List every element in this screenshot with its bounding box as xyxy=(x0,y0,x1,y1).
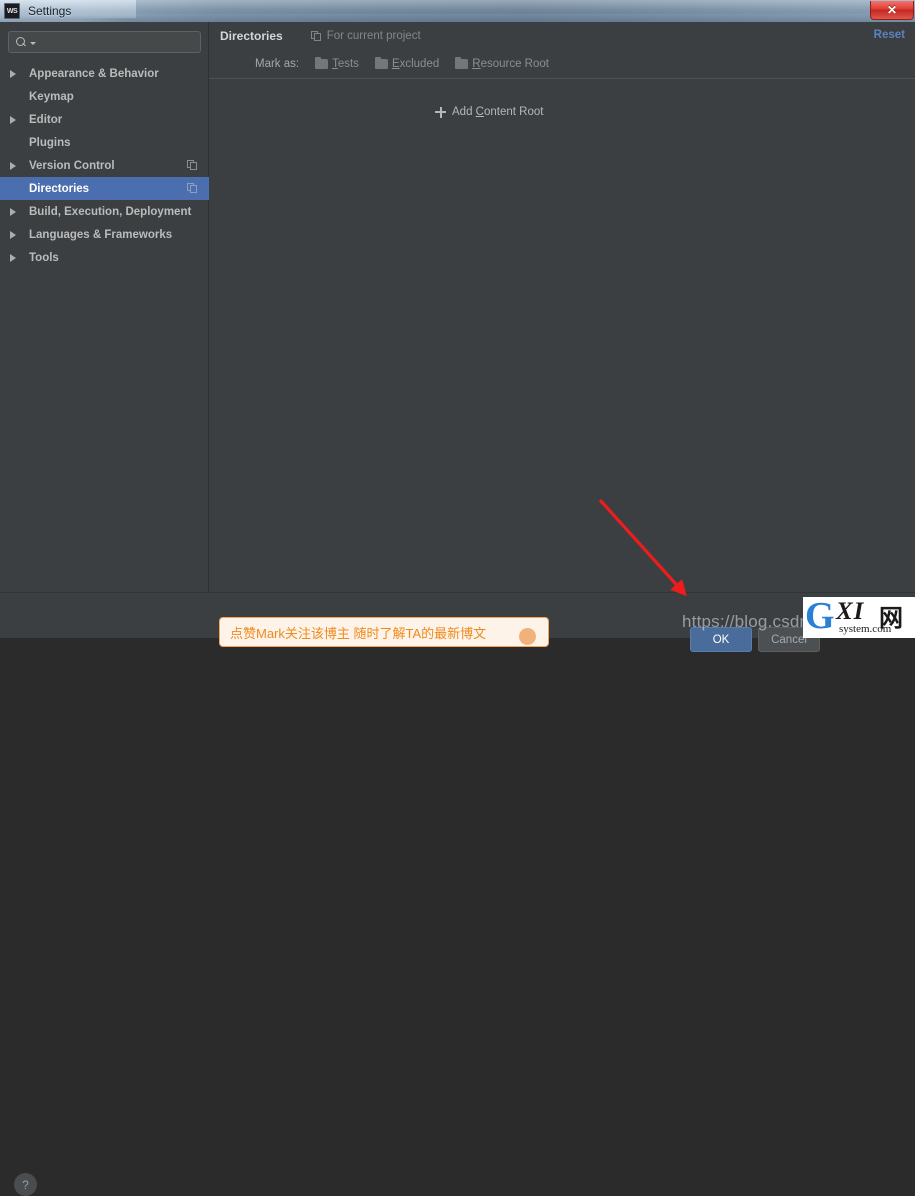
mnemonic-char: R xyxy=(472,58,481,70)
help-button[interactable]: ? xyxy=(14,1173,37,1196)
settings-sidebar: Appearance & Behavior Keymap Editor Plug… xyxy=(0,22,209,592)
project-scope-icon xyxy=(187,160,198,171)
sidebar-item-label: Build, Execution, Deployment xyxy=(29,205,192,218)
sidebar-item-build-execution-deployment[interactable]: Build, Execution, Deployment xyxy=(0,200,209,223)
toolbar-divider xyxy=(209,78,915,79)
mark-as-label: Mark as: xyxy=(255,58,300,70)
scope-indicator: For current project xyxy=(310,30,421,42)
content-header: Directories For current project Reset xyxy=(209,22,915,50)
sidebar-item-version-control[interactable]: Version Control xyxy=(0,154,209,177)
promo-toast[interactable]: 点赞Mark关注该博主 随时了解TA的最新博文 xyxy=(219,617,549,647)
window-title: Settings xyxy=(28,4,72,18)
folder-icon xyxy=(374,57,388,69)
chevron-right-icon[interactable] xyxy=(10,208,22,216)
project-scope-icon xyxy=(310,30,322,42)
settings-tree: Appearance & Behavior Keymap Editor Plug… xyxy=(0,62,209,269)
chevron-down-icon[interactable] xyxy=(30,41,36,45)
sidebar-item-plugins[interactable]: Plugins xyxy=(0,131,209,154)
add-content-root-button[interactable]: Add Content Root xyxy=(435,106,543,118)
sidebar-item-label: Appearance & Behavior xyxy=(29,67,159,80)
label-rest: esource Root xyxy=(480,58,549,70)
sidebar-item-label: Directories xyxy=(29,182,90,195)
mark-as-toolbar: Mark as: Tests Excluded Resource Root xyxy=(209,50,915,78)
label-prefix: Add xyxy=(452,106,476,118)
promo-toast-text: 点赞Mark关注该博主 随时了解TA的最新博文 xyxy=(230,625,487,641)
sidebar-item-label: Version Control xyxy=(29,159,115,172)
plus-icon xyxy=(435,106,446,118)
mark-as-resource-root-button[interactable]: Resource Root xyxy=(455,57,549,70)
reset-button[interactable]: Reset xyxy=(874,29,905,41)
dialog-body: Appearance & Behavior Keymap Editor Plug… xyxy=(0,22,915,1196)
mark-as-tests-label: Tests xyxy=(332,58,359,70)
chevron-right-icon[interactable] xyxy=(10,70,22,78)
mark-as-tests-button[interactable]: Tests xyxy=(315,57,359,70)
gxi-logo-g: G xyxy=(805,597,835,637)
sidebar-item-label: Tools xyxy=(29,251,59,264)
project-scope-icon xyxy=(187,183,198,194)
webstorm-icon: WS xyxy=(4,3,20,19)
label-rest: ontent Root xyxy=(483,106,544,118)
add-content-root-label: Add Content Root xyxy=(452,106,543,118)
folder-icon xyxy=(315,57,329,69)
scope-label: For current project xyxy=(326,30,421,42)
sidebar-item-editor[interactable]: Editor xyxy=(0,108,209,131)
directories-content-pane: Directories For current project Reset Ma… xyxy=(209,22,915,592)
sidebar-item-label: Keymap xyxy=(29,90,74,103)
chevron-right-icon[interactable] xyxy=(10,231,22,239)
chevron-right-icon[interactable] xyxy=(10,162,22,170)
search-input[interactable] xyxy=(8,31,201,53)
sidebar-item-tools[interactable]: Tools xyxy=(0,246,209,269)
mark-as-excluded-button[interactable]: Excluded xyxy=(374,57,439,70)
folder-icon xyxy=(455,57,469,69)
mark-as-excluded-label: Excluded xyxy=(392,58,439,70)
mnemonic-char: C xyxy=(475,106,484,118)
close-icon[interactable]: ✕ xyxy=(870,1,914,20)
sidebar-item-label: Editor xyxy=(29,113,63,126)
sidebar-item-directories[interactable]: Directories xyxy=(0,177,209,200)
gxi-logo-domain: system.com xyxy=(839,623,892,635)
label-rest: ests xyxy=(337,58,359,70)
sidebar-item-keymap[interactable]: Keymap xyxy=(0,85,209,108)
ok-button[interactable]: OK xyxy=(690,627,752,652)
settings-dialog: WS Settings ✕ Appearance & Behavior Keym… xyxy=(0,0,915,1196)
avatar xyxy=(519,628,536,645)
gxi-logo-watermark: G XI 网 system.com xyxy=(803,597,915,638)
sidebar-item-label: Plugins xyxy=(29,136,71,149)
mark-as-resource-root-label: Resource Root xyxy=(472,58,549,70)
sidebar-item-appearance-behavior[interactable]: Appearance & Behavior xyxy=(0,62,209,85)
mnemonic-char: E xyxy=(391,58,400,70)
page-title: Directories xyxy=(220,29,283,43)
sidebar-item-label: Languages & Frameworks xyxy=(29,228,173,241)
sidebar-item-languages-frameworks[interactable]: Languages & Frameworks xyxy=(0,223,209,246)
label-rest: xcluded xyxy=(399,58,440,70)
chevron-right-icon[interactable] xyxy=(10,254,22,262)
chevron-right-icon[interactable] xyxy=(10,116,22,124)
search-icon xyxy=(15,36,28,49)
title-bar[interactable]: WS Settings ✕ xyxy=(0,0,915,22)
gxi-logo-xi: XI xyxy=(836,598,865,625)
